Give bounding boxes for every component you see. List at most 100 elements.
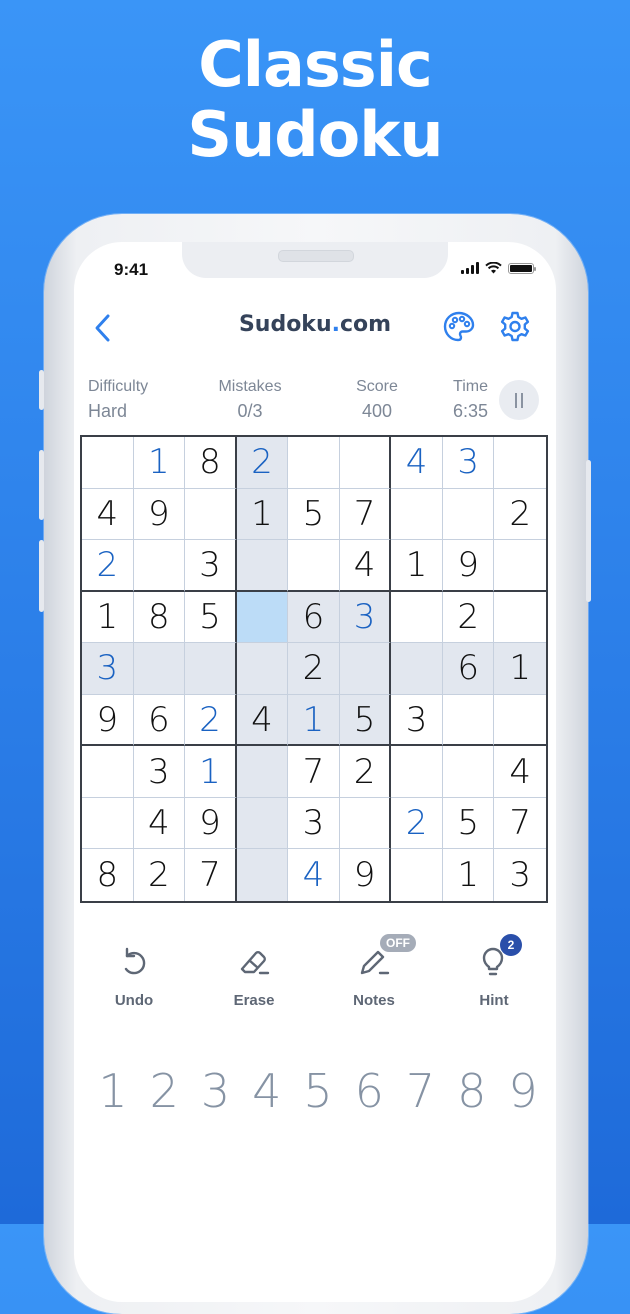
grid-cell[interactable]: 5	[288, 488, 340, 541]
grid-cell[interactable]: 5	[339, 694, 392, 747]
grid-cell[interactable]: 1	[494, 643, 546, 695]
numpad-key-9[interactable]: 9	[498, 1064, 548, 1118]
grid-cell[interactable]: 2	[82, 540, 134, 592]
grid-cell[interactable]	[236, 591, 289, 644]
grid-cell[interactable]: 1	[443, 849, 495, 901]
settings-gear-button[interactable]	[498, 310, 532, 344]
theme-palette-button[interactable]	[442, 310, 476, 344]
grid-cell[interactable]	[236, 540, 289, 592]
grid-cell[interactable]	[391, 746, 443, 798]
grid-cell[interactable]	[339, 643, 392, 695]
grid-cell[interactable]	[288, 540, 340, 592]
grid-cell[interactable]: 4	[288, 849, 340, 901]
grid-cell[interactable]: 1	[236, 488, 289, 541]
grid-cell[interactable]: 7	[288, 746, 340, 798]
grid-cell[interactable]: 8	[133, 591, 186, 644]
grid-cell[interactable]: 9	[340, 849, 392, 901]
grid-cell[interactable]	[442, 488, 495, 541]
grid-cell[interactable]	[391, 643, 443, 695]
grid-cell[interactable]	[339, 797, 392, 850]
grid-cell[interactable]	[391, 849, 443, 901]
grid-cell[interactable]	[391, 488, 443, 541]
grid-cell[interactable]: 4	[133, 797, 186, 850]
grid-cell[interactable]: 6	[288, 591, 340, 644]
numpad-key-1[interactable]: 1	[88, 1064, 138, 1118]
numpad-key-6[interactable]: 6	[344, 1064, 394, 1118]
numpad-key-7[interactable]: 7	[396, 1064, 446, 1118]
grid-cell[interactable]	[494, 540, 546, 592]
grid-cell[interactable]: 3	[288, 797, 340, 850]
grid-cell[interactable]: 4	[339, 540, 392, 592]
grid-cell[interactable]: 8	[82, 849, 134, 901]
grid-cell[interactable]: 2	[288, 643, 340, 695]
grid-cell[interactable]: 5	[442, 797, 495, 850]
grid-cell[interactable]: 2	[391, 797, 443, 850]
grid-cell[interactable]	[82, 746, 134, 798]
grid-cell[interactable]	[391, 591, 443, 644]
grid-cell[interactable]: 7	[494, 798, 546, 850]
grid-cell[interactable]: 4	[494, 746, 546, 798]
grid-cell[interactable]: 3	[391, 694, 443, 747]
grid-cell[interactable]: 5	[185, 591, 237, 644]
numpad-key-2[interactable]: 2	[139, 1064, 189, 1118]
hint-button[interactable]: 2 Hint	[444, 934, 544, 1009]
grid-cell[interactable]	[133, 643, 186, 695]
app-screen: 9:41 Sudoku.com Difficulty Hard Mistakes…	[74, 242, 556, 1302]
undo-button[interactable]: Undo	[84, 942, 184, 1009]
grid-cell[interactable]: 2	[494, 489, 546, 541]
numpad-key-4[interactable]: 4	[242, 1064, 292, 1118]
grid-cell[interactable]	[442, 694, 495, 747]
notes-button[interactable]: OFF Notes	[324, 934, 424, 1009]
grid-cell[interactable]	[236, 746, 289, 798]
grid-cell[interactable]	[82, 437, 134, 489]
grid-cell[interactable]	[288, 437, 340, 489]
grid-cell[interactable]: 3	[494, 849, 546, 901]
grid-cell[interactable]: 3	[82, 643, 134, 695]
grid-cell[interactable]: 1	[391, 540, 443, 592]
grid-cell[interactable]: 1	[133, 437, 186, 489]
grid-cell[interactable]: 2	[185, 694, 237, 747]
grid-cell[interactable]: 6	[442, 643, 495, 695]
grid-cell[interactable]: 9	[185, 797, 237, 850]
grid-cell[interactable]: 2	[442, 591, 495, 644]
grid-cell[interactable]: 9	[82, 694, 134, 747]
numpad-key-8[interactable]: 8	[447, 1064, 497, 1118]
grid-cell[interactable]: 2	[236, 437, 289, 489]
grid-cell[interactable]: 1	[82, 591, 134, 644]
grid-cell[interactable]: 6	[133, 694, 186, 747]
grid-cell[interactable]	[236, 797, 289, 850]
numpad-key-5[interactable]: 5	[293, 1064, 343, 1118]
grid-cell[interactable]: 7	[339, 488, 392, 541]
promo-headline: Classic Sudoku	[0, 30, 630, 170]
grid-cell[interactable]	[185, 488, 237, 541]
grid-cell[interactable]: 4	[391, 437, 443, 489]
grid-cell[interactable]	[82, 797, 134, 850]
grid-cell[interactable]	[236, 849, 289, 901]
grid-cell[interactable]	[236, 643, 289, 695]
grid-cell[interactable]: 9	[133, 488, 186, 541]
grid-cell[interactable]	[339, 437, 392, 489]
numpad-key-3[interactable]: 3	[191, 1064, 241, 1118]
grid-cell[interactable]: 3	[339, 591, 392, 644]
grid-cell[interactable]: 3	[185, 540, 237, 592]
grid-cell[interactable]: 9	[442, 540, 495, 592]
grid-cell[interactable]	[494, 437, 546, 489]
grid-cell[interactable]: 4	[82, 488, 134, 541]
pause-icon-bar	[521, 392, 523, 408]
grid-cell[interactable]	[133, 540, 186, 592]
grid-cell[interactable]: 1	[185, 746, 237, 798]
grid-cell[interactable]: 3	[442, 437, 495, 489]
grid-cell[interactable]	[442, 746, 495, 798]
erase-button[interactable]: Erase	[204, 942, 304, 1009]
grid-cell[interactable]	[494, 592, 546, 644]
grid-cell[interactable]: 7	[185, 849, 237, 901]
grid-cell[interactable]: 4	[236, 694, 289, 747]
grid-cell[interactable]: 3	[133, 746, 186, 798]
grid-cell[interactable]: 2	[339, 746, 392, 798]
grid-cell[interactable]	[185, 643, 237, 695]
grid-cell[interactable]: 2	[134, 849, 186, 901]
pause-button[interactable]	[499, 380, 539, 420]
grid-cell[interactable]	[494, 695, 546, 747]
grid-cell[interactable]: 8	[185, 437, 237, 489]
grid-cell[interactable]: 1	[288, 694, 340, 747]
